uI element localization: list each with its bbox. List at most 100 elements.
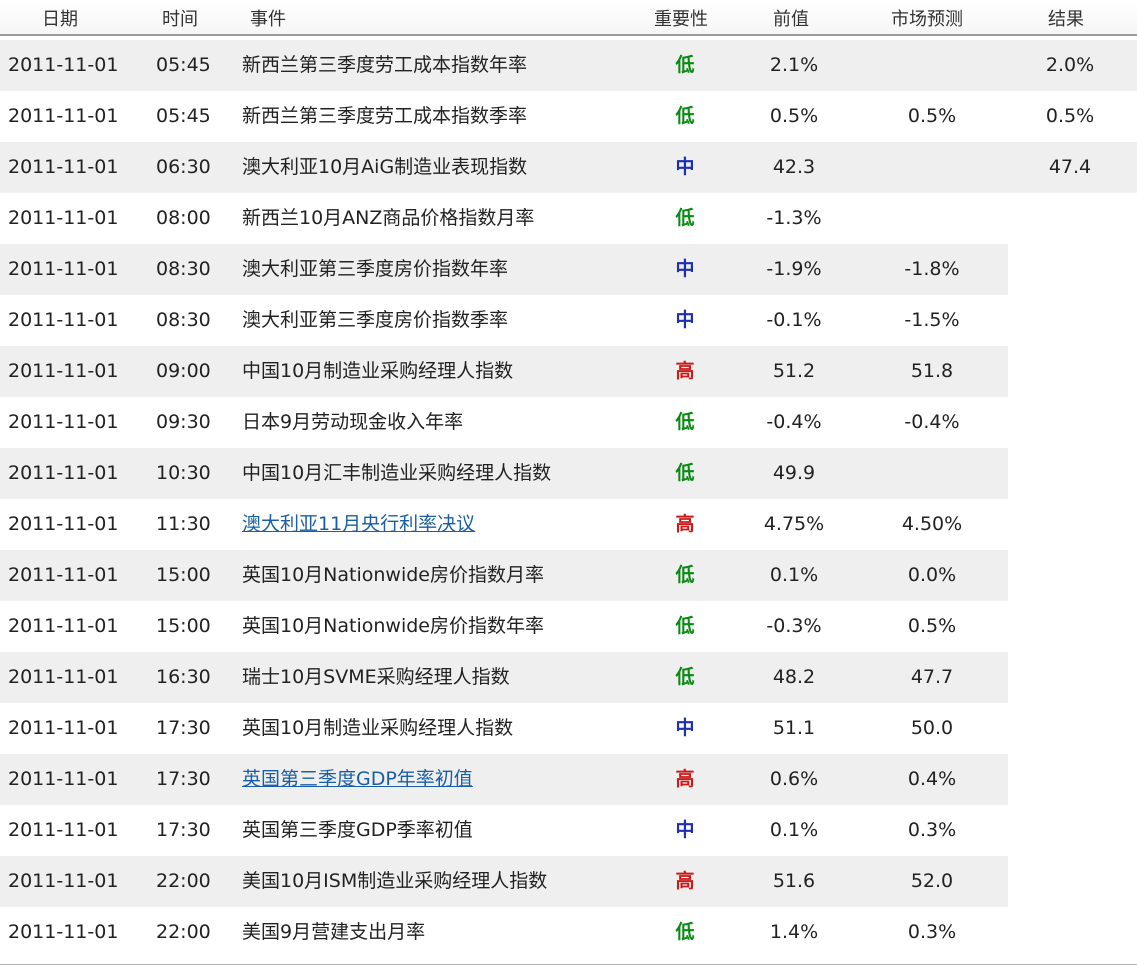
- table-row: 2011-11-01 17:30 英国第三季度GDP季率初值 中 0.1% 0.3%: [0, 805, 1137, 856]
- forecast-cell: [870, 448, 994, 499]
- forecast-cell: [870, 193, 994, 244]
- result-cell: [1010, 346, 1130, 397]
- event-cell: 中国10月制造业采购经理人指数: [242, 360, 514, 382]
- event-cell: 英国10月Nationwide房价指数年率: [242, 615, 544, 637]
- event-cell: 新西兰10月ANZ商品价格指数月率: [242, 207, 535, 229]
- importance-cell: 中: [675, 309, 695, 331]
- time-cell: 17:30: [156, 819, 211, 841]
- table-row: 2011-11-01 17:30 英国第三季度GDP年率初值 高 0.6% 0.4%: [0, 754, 1137, 805]
- time-cell: 05:45: [156, 54, 211, 76]
- event-cell: 美国9月营建支出月率: [242, 921, 426, 943]
- table-row: 2011-11-01 08:00 新西兰10月ANZ商品价格指数月率 低 -1.3%: [0, 193, 1137, 244]
- importance-cell: 低: [675, 666, 695, 688]
- result-cell: 0.5%: [1045, 105, 1095, 127]
- time-cell: 08:30: [156, 309, 211, 331]
- row-background: [0, 907, 1008, 958]
- event-link[interactable]: 澳大利亚11月央行利率决议: [242, 499, 475, 550]
- result-cell: [1010, 907, 1130, 958]
- previous-cell: -0.1%: [766, 309, 822, 331]
- header-forecast: 市场预测: [891, 9, 963, 30]
- date-cell: 2011-11-01: [8, 768, 119, 790]
- time-cell: 08:30: [156, 258, 211, 280]
- time-cell: 16:30: [156, 666, 211, 688]
- result-cell: [1010, 295, 1130, 346]
- time-cell: 15:00: [156, 564, 211, 586]
- table-row: 2011-11-01 15:00 英国10月Nationwide房价指数月率 低 0.1…: [0, 550, 1137, 601]
- previous-cell: 1.4%: [769, 921, 819, 943]
- event-cell: 新西兰第三季度劳工成本指数年率: [242, 54, 528, 76]
- previous-cell: 0.5%: [769, 105, 819, 127]
- row-background: [0, 754, 1008, 805]
- previous-cell: -0.4%: [766, 411, 822, 433]
- forecast-cell: 0.5%: [907, 615, 957, 637]
- previous-cell: 4.75%: [763, 513, 825, 535]
- event-cell: 新西兰第三季度劳工成本指数季率: [242, 105, 528, 127]
- table-row: 2011-11-01 05:45 新西兰第三季度劳工成本指数季率 低 0.5% 0.5% 0…: [0, 91, 1137, 142]
- date-cell: 2011-11-01: [8, 921, 119, 943]
- result-cell: 47.4: [1048, 156, 1092, 178]
- time-cell: 22:00: [156, 921, 211, 943]
- importance-cell: 高: [675, 870, 695, 892]
- forecast-cell: 0.4%: [907, 768, 957, 790]
- time-cell: 05:45: [156, 105, 211, 127]
- result-cell: [1010, 193, 1130, 244]
- date-cell: 2011-11-01: [8, 717, 119, 739]
- event-cell: 中国10月汇丰制造业采购经理人指数: [242, 462, 552, 484]
- previous-cell: 51.2: [772, 360, 816, 382]
- time-cell: 17:30: [156, 768, 211, 790]
- previous-cell: 0.1%: [769, 564, 819, 586]
- importance-cell: 高: [675, 360, 695, 382]
- importance-cell: 高: [675, 513, 695, 535]
- date-cell: 2011-11-01: [8, 666, 119, 688]
- previous-cell: -1.3%: [766, 207, 822, 229]
- date-cell: 2011-11-01: [8, 564, 119, 586]
- forecast-cell: 0.3%: [907, 921, 957, 943]
- table-row: 2011-11-01 15:00 英国10月Nationwide房价指数年率 低 -0.…: [0, 601, 1137, 652]
- result-cell: [1010, 601, 1130, 652]
- header-event: 事件: [250, 9, 286, 30]
- result-cell: [1010, 652, 1130, 703]
- time-cell: 10:30: [156, 462, 211, 484]
- date-cell: 2011-11-01: [8, 870, 119, 892]
- result-cell: [1010, 805, 1130, 856]
- header-result: 结果: [1048, 9, 1084, 30]
- previous-cell: -1.9%: [766, 258, 822, 280]
- date-cell: 2011-11-01: [8, 105, 119, 127]
- economic-calendar-table: 日期 时间 事件 重要性 前值 市场预测 结果 2011-11-01 05:45 新…: [0, 0, 1137, 972]
- event-cell: 瑞士10月SVME采购经理人指数: [242, 666, 510, 688]
- row-background: [0, 499, 1008, 550]
- result-cell: [1010, 244, 1130, 295]
- time-cell: 11:30: [156, 513, 211, 535]
- importance-cell: 中: [675, 156, 695, 178]
- previous-cell: 49.9: [772, 462, 816, 484]
- event-link[interactable]: 英国第三季度GDP年率初值: [242, 754, 473, 805]
- forecast-cell: -0.4%: [904, 411, 960, 433]
- importance-cell: 低: [675, 54, 695, 76]
- date-cell: 2011-11-01: [8, 207, 119, 229]
- time-cell: 09:30: [156, 411, 211, 433]
- table-header: 日期 时间 事件 重要性 前值 市场预测 结果: [0, 0, 1137, 36]
- previous-cell: 0.6%: [769, 768, 819, 790]
- forecast-cell: 51.8: [910, 360, 954, 382]
- importance-cell: 低: [675, 462, 695, 484]
- result-cell: [1010, 754, 1130, 805]
- importance-cell: 低: [675, 411, 695, 433]
- table-row: 2011-11-01 08:30 澳大利亚第三季度房价指数季率 中 -0.1% -1.5%: [0, 295, 1137, 346]
- time-cell: 08:00: [156, 207, 211, 229]
- importance-cell: 低: [675, 921, 695, 943]
- date-cell: 2011-11-01: [8, 462, 119, 484]
- previous-cell: 0.1%: [769, 819, 819, 841]
- importance-cell: 低: [675, 105, 695, 127]
- table-row: 2011-11-01 16:30 瑞士10月SVME采购经理人指数 低 48.2 47.7: [0, 652, 1137, 703]
- forecast-cell: 0.0%: [907, 564, 957, 586]
- table-row: 2011-11-01 11:30 澳大利亚11月央行利率决议 高 4.75% 4.50%: [0, 499, 1137, 550]
- importance-cell: 中: [675, 258, 695, 280]
- row-background: [0, 805, 1008, 856]
- forecast-cell: [870, 40, 994, 91]
- forecast-cell: 50.0: [910, 717, 954, 739]
- table-row: 2011-11-01 09:00 中国10月制造业采购经理人指数 高 51.2 51.8: [0, 346, 1137, 397]
- date-cell: 2011-11-01: [8, 513, 119, 535]
- time-cell: 22:00: [156, 870, 211, 892]
- date-cell: 2011-11-01: [8, 411, 119, 433]
- table-row: 2011-11-01 08:30 澳大利亚第三季度房价指数年率 中 -1.9% -1.8%: [0, 244, 1137, 295]
